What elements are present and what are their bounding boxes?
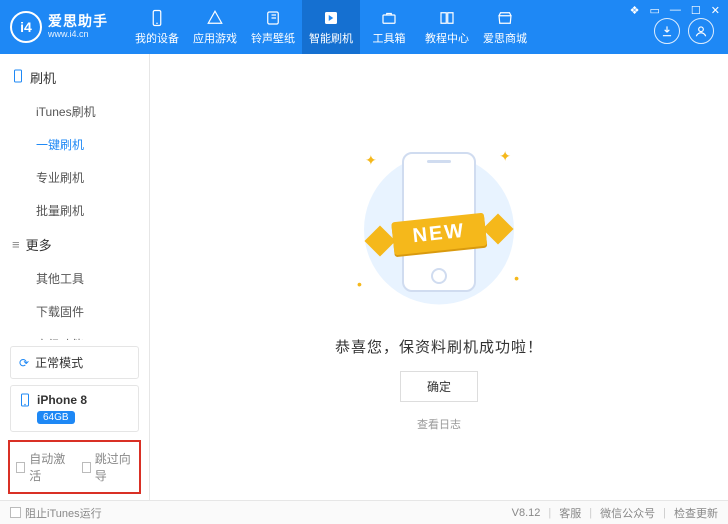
nav-label: 爱思商城	[483, 30, 527, 46]
ringtone-icon	[264, 9, 282, 27]
checkbox-icon	[82, 462, 91, 473]
nav-label: 工具箱	[373, 30, 406, 46]
checkbox-icon	[10, 507, 21, 518]
sidebar-item-download-firmware[interactable]: 下载固件	[0, 295, 149, 328]
nav-device[interactable]: 我的设备	[128, 0, 186, 54]
toolbox-icon	[380, 9, 398, 27]
success-illustration: ✦✦ •• NEW	[339, 122, 539, 322]
user-icon	[694, 24, 708, 38]
options-highlight-box: 自动激活 跳过向导	[8, 440, 141, 494]
nav-tools[interactable]: 工具箱	[360, 0, 418, 54]
logo-url: www.i4.cn	[48, 30, 108, 40]
list-icon: ≡	[12, 237, 20, 252]
mode-label: 正常模式	[35, 354, 83, 371]
mode-indicator[interactable]: ⟳ 正常模式	[10, 346, 139, 379]
sidebar-item-itunes-flash[interactable]: iTunes刷机	[0, 95, 149, 128]
sidebar-group-label: 更多	[26, 235, 52, 254]
checkbox-label: 跳过向导	[95, 450, 133, 484]
phone-icon	[148, 9, 166, 27]
sidebar-group-more[interactable]: ≡ 更多	[0, 227, 149, 262]
minimize-button[interactable]: —	[668, 4, 683, 17]
nav-apps[interactable]: 应用游戏	[186, 0, 244, 54]
device-name: iPhone 8	[37, 393, 87, 407]
header-actions	[654, 18, 714, 44]
support-link[interactable]: 客服	[559, 505, 581, 521]
download-button[interactable]	[654, 18, 680, 44]
maximize-button[interactable]: ☐	[689, 4, 703, 17]
download-icon	[660, 24, 674, 38]
book-icon	[438, 9, 456, 27]
top-bar: i4 爱思助手 www.i4.cn 我的设备 应用游戏 铃声壁纸 智能刷机 工具…	[0, 0, 728, 54]
wechat-link[interactable]: 微信公众号	[600, 505, 655, 521]
sidebar-item-advanced[interactable]: 高级功能	[0, 328, 149, 340]
checkbox-icon	[16, 462, 25, 473]
auto-activate-checkbox[interactable]: 自动激活	[16, 450, 68, 484]
storage-badge: 64GB	[37, 411, 75, 424]
block-itunes-checkbox[interactable]: 阻止iTunes运行	[10, 505, 102, 521]
nav-tutorial[interactable]: 教程中心	[418, 0, 476, 54]
nav-flash[interactable]: 智能刷机	[302, 0, 360, 54]
user-button[interactable]	[688, 18, 714, 44]
nav-label: 铃声壁纸	[251, 30, 295, 46]
flash-icon	[322, 9, 340, 27]
sidebar-item-batch-flash[interactable]: 批量刷机	[0, 194, 149, 227]
nav-label: 我的设备	[135, 30, 179, 46]
confirm-button[interactable]: 确定	[400, 371, 478, 402]
apps-icon	[206, 9, 224, 27]
logo-badge: i4	[10, 11, 42, 43]
window-controls: ❖ ▭ — ☐ ✕	[628, 4, 722, 17]
shop-icon	[496, 9, 514, 27]
device-info[interactable]: iPhone 8 64GB	[10, 385, 139, 432]
nav-label: 教程中心	[425, 30, 469, 46]
nav-ringtone[interactable]: 铃声壁纸	[244, 0, 302, 54]
nav-label: 智能刷机	[309, 30, 353, 46]
close-button[interactable]: ✕	[709, 4, 722, 17]
view-log-link[interactable]: 查看日志	[417, 416, 461, 432]
status-bar: 阻止iTunes运行 V8.12 | 客服 | 微信公众号 | 检查更新	[0, 500, 728, 524]
sync-icon: ⟳	[19, 356, 29, 370]
checkbox-label: 自动激活	[29, 450, 67, 484]
sidebar: 刷机 iTunes刷机 一键刷机 专业刷机 批量刷机 ≡ 更多 其他工具 下载固…	[0, 54, 150, 500]
sidebar-group-flash[interactable]: 刷机	[0, 60, 149, 95]
sidebar-item-pro-flash[interactable]: 专业刷机	[0, 161, 149, 194]
sidebar-item-other-tools[interactable]: 其他工具	[0, 262, 149, 295]
skin-button[interactable]: ❖	[628, 4, 642, 17]
sidebar-item-onekey-flash[interactable]: 一键刷机	[0, 128, 149, 161]
nav-label: 应用游戏	[193, 30, 237, 46]
logo-title: 爱思助手	[48, 14, 108, 29]
skip-wizard-checkbox[interactable]: 跳过向导	[82, 450, 134, 484]
phone-icon	[19, 393, 31, 407]
check-update-link[interactable]: 检查更新	[674, 505, 718, 521]
lock-button[interactable]: ▭	[648, 4, 662, 17]
version-label: V8.12	[512, 507, 541, 519]
main-content: ✦✦ •• NEW 恭喜您，保资料刷机成功啦！ 确定 查看日志	[150, 54, 728, 500]
sidebar-group-label: 刷机	[30, 68, 56, 87]
app-logo: i4 爱思助手 www.i4.cn	[10, 11, 108, 43]
success-title: 恭喜您，保资料刷机成功啦！	[335, 336, 543, 357]
device-icon	[12, 69, 24, 86]
nav-mall[interactable]: 爱思商城	[476, 0, 534, 54]
checkbox-label: 阻止iTunes运行	[25, 505, 102, 521]
top-nav: 我的设备 应用游戏 铃声壁纸 智能刷机 工具箱 教程中心 爱思商城	[128, 0, 534, 54]
